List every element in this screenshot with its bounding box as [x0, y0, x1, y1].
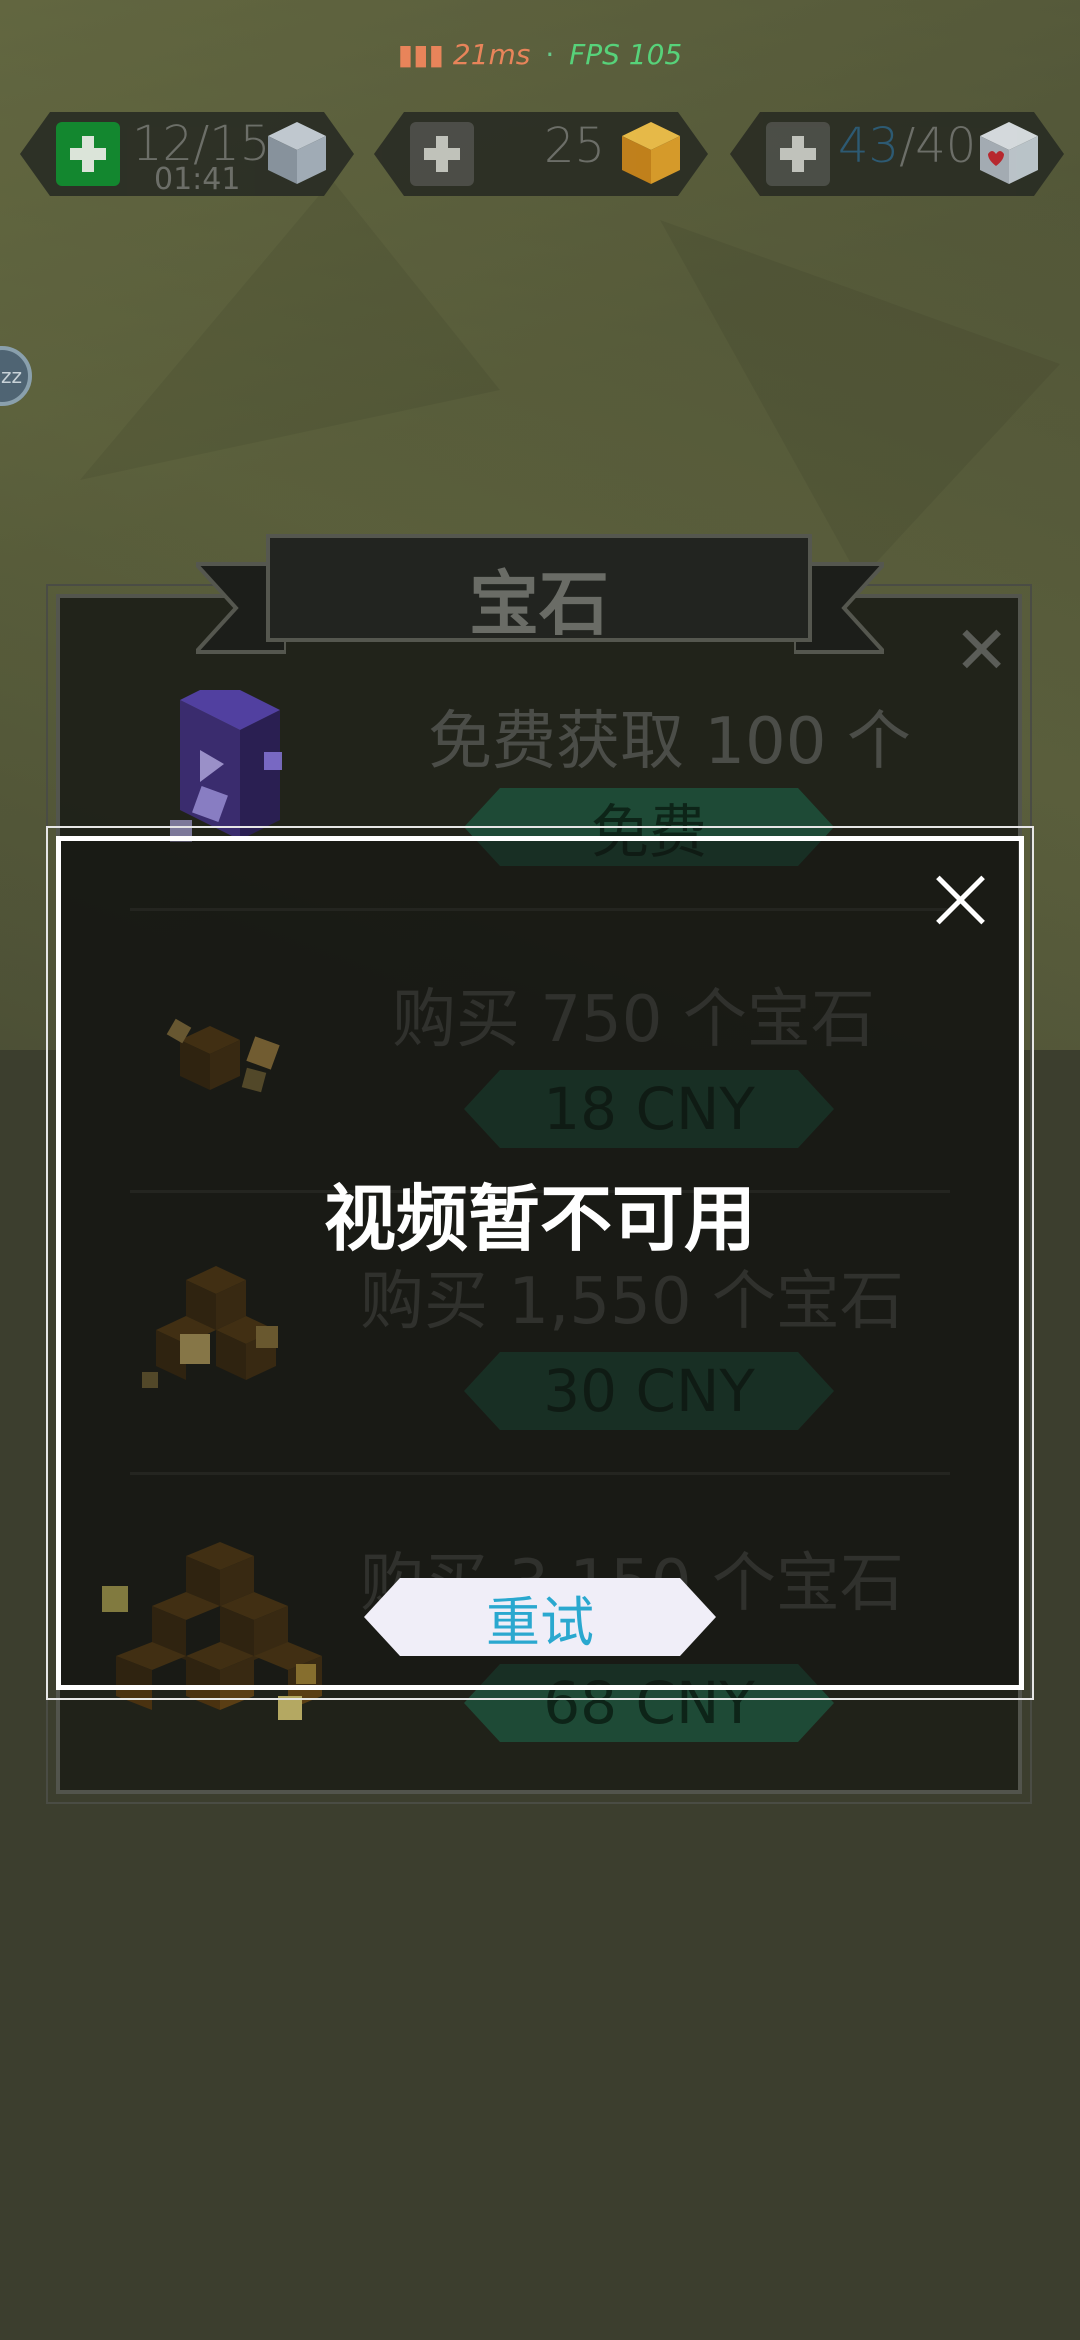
hearts-max: /40 — [899, 118, 977, 174]
latency-text: 21ms — [452, 38, 531, 71]
add-energy-button[interactable] — [56, 122, 120, 186]
shop-title-ribbon: 宝石 — [266, 534, 812, 645]
row-title-free: 免费获取 100 个 — [428, 705, 911, 779]
performance-overlay: ▮▮▮ 21ms · FPS 105 — [0, 38, 1080, 71]
add-gems-button[interactable] — [410, 122, 474, 186]
energy-timer: 01:41 — [154, 162, 241, 197]
hearts-bar: 43/40 — [730, 112, 1064, 196]
gem-cube-icon — [620, 120, 682, 186]
signal-bars-icon: ▮▮▮ — [397, 38, 444, 71]
separator-dot: · — [545, 38, 555, 71]
heart-cube-icon — [978, 120, 1040, 186]
shop-title: 宝石 — [469, 563, 609, 645]
hearts-current: 43 — [838, 118, 900, 174]
fps-text: FPS 105 — [569, 38, 683, 71]
gems-value: 25 — [544, 118, 606, 174]
dialog-close-icon[interactable] — [932, 872, 988, 928]
retry-button[interactable]: 重试 — [364, 1578, 716, 1656]
energy-bar: 12/15 01:41 — [20, 112, 354, 196]
sleep-label: zz — [1, 364, 22, 388]
hearts-value: 43/40 — [838, 118, 976, 174]
dialog-message: 视频暂不可用 — [323, 1177, 756, 1261]
shop-close-icon[interactable]: ✕ — [954, 612, 1009, 689]
energy-cube-icon — [266, 120, 328, 186]
add-hearts-button[interactable] — [766, 122, 830, 186]
gems-bar: 25 — [374, 112, 708, 196]
